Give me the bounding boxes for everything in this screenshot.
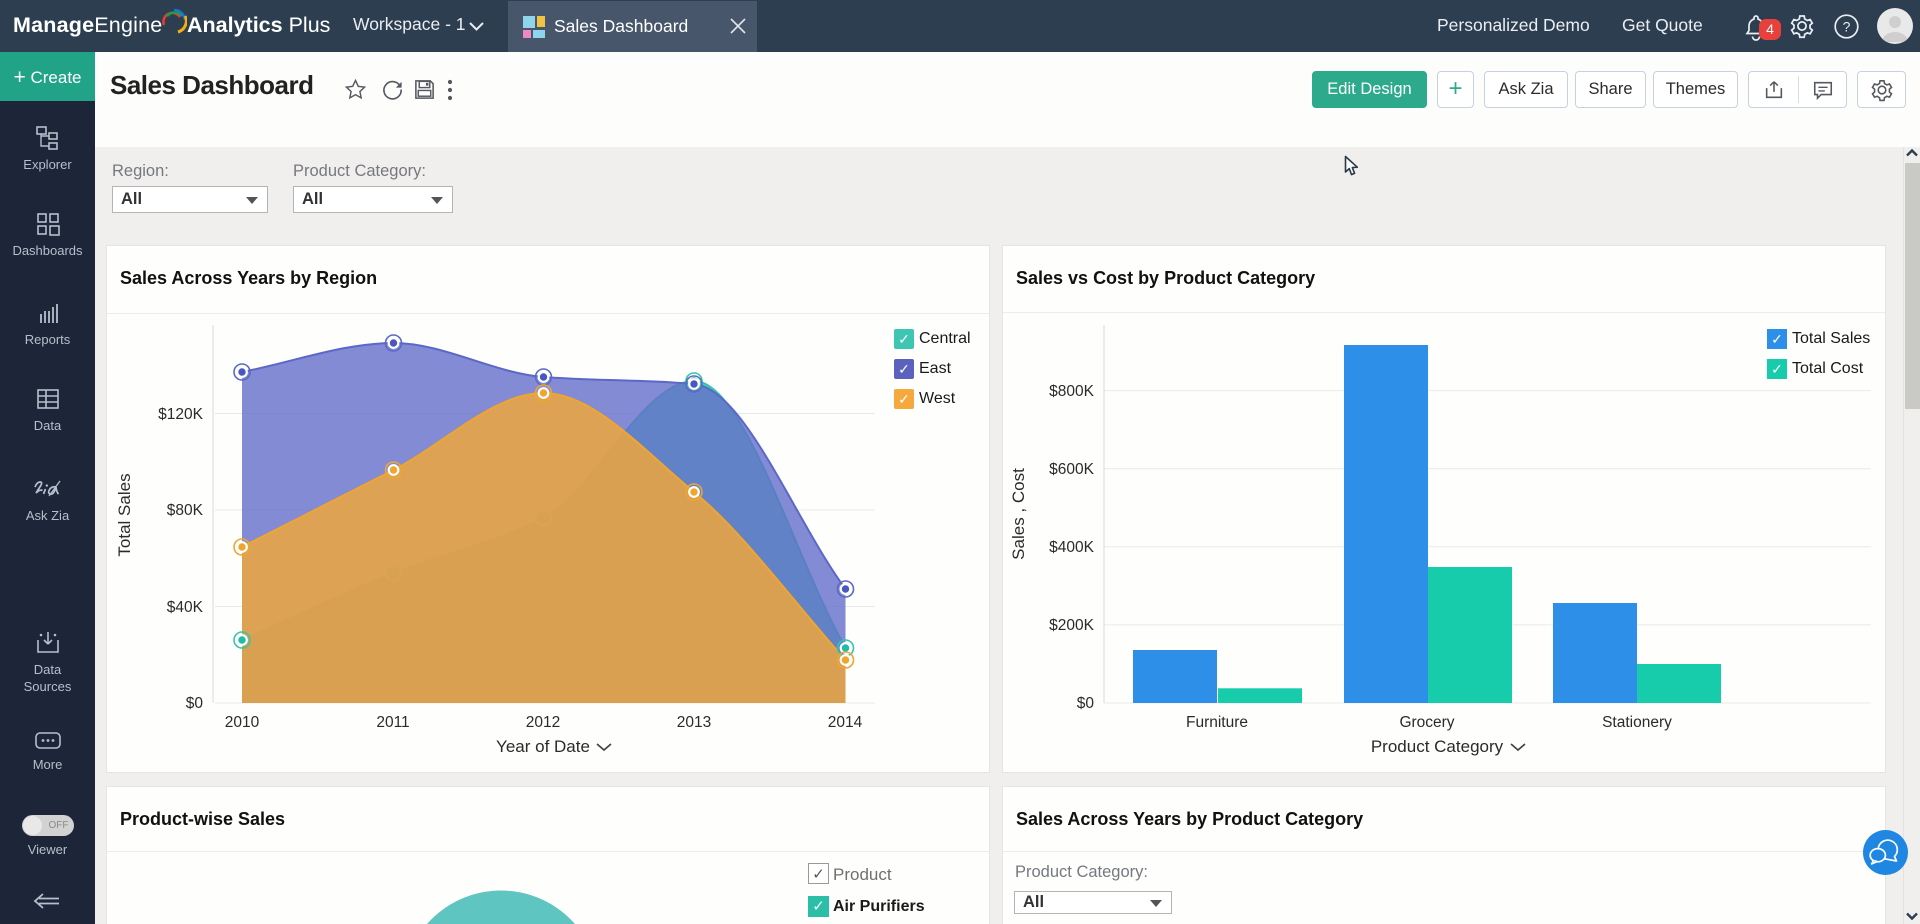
svg-text:Stationery: Stationery xyxy=(1602,714,1672,731)
svg-text:Year of Date: Year of Date xyxy=(496,737,590,756)
svg-text:$80K: $80K xyxy=(167,502,204,519)
svg-text:Furniture: Furniture xyxy=(1186,714,1248,731)
svg-text:Total Sales: Total Sales xyxy=(115,473,134,556)
svg-text:$0: $0 xyxy=(186,695,204,712)
svg-text:2012: 2012 xyxy=(526,714,560,731)
svg-text:?: ? xyxy=(1843,19,1851,35)
svg-text:$800K: $800K xyxy=(1049,383,1094,400)
svg-text:$0: $0 xyxy=(1077,695,1095,712)
svg-text:Product Category: Product Category xyxy=(1371,737,1504,756)
svg-text:$600K: $600K xyxy=(1049,461,1094,478)
svg-text:Sales , Cost: Sales , Cost xyxy=(1009,468,1028,560)
svg-text:$120K: $120K xyxy=(158,406,203,423)
svg-text:$200K: $200K xyxy=(1049,617,1094,634)
svg-text:2010: 2010 xyxy=(225,714,260,731)
svg-text:2011: 2011 xyxy=(376,714,409,731)
svg-text:2014: 2014 xyxy=(828,714,863,731)
svg-text:$400K: $400K xyxy=(1049,539,1094,556)
svg-text:$40K: $40K xyxy=(167,599,204,616)
svg-text:Grocery: Grocery xyxy=(1399,714,1454,731)
svg-text:2013: 2013 xyxy=(677,714,711,731)
